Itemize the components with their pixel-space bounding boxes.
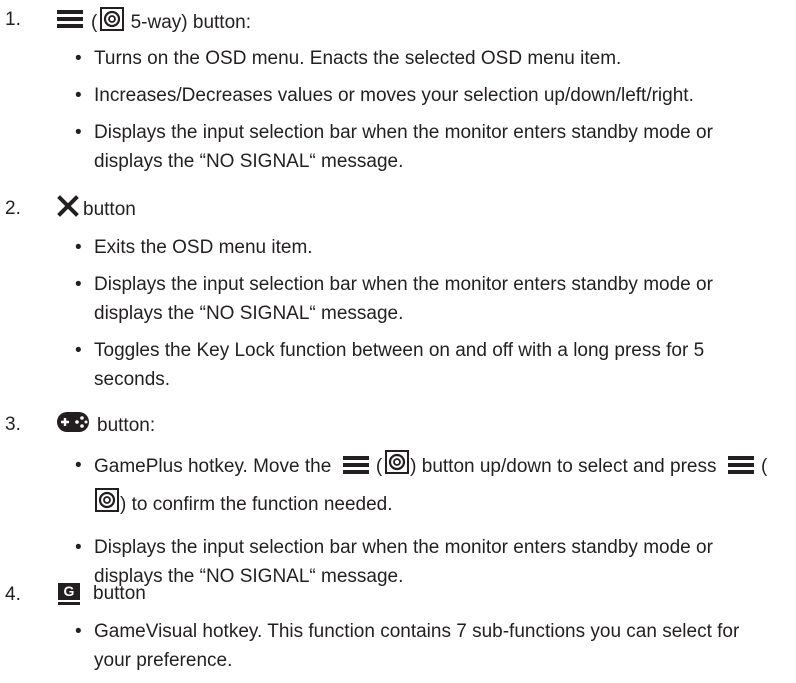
item-1-number: 1. <box>5 9 21 30</box>
gamepad-icon <box>57 411 89 441</box>
item-4-heading-text: button <box>93 583 146 604</box>
item-1: 1. ( 5-way) button: Turns on the OSD men… <box>0 0 796 184</box>
five-way-joystick-icon <box>384 449 410 487</box>
menu-lines-icon <box>57 9 83 37</box>
item-4-bullet-1: GameVisual hotkey. This function contain… <box>0 617 780 675</box>
item-3-bullet-1-text-a: GamePlus hotkey. Move the <box>94 456 332 477</box>
item-3-heading-text: button: <box>97 415 156 436</box>
item-3-number: 3. <box>5 414 21 435</box>
manual-page: 1. ( 5-way) button: Turns on the OSD men… <box>0 0 796 671</box>
five-way-joystick-icon <box>94 487 120 525</box>
item-1-bullet-2: Increases/Decreases values or moves your… <box>0 81 780 110</box>
item-1-heading-text: 5-way) button: <box>125 12 251 33</box>
item-2-bullet-1: Exits the OSD menu item. <box>0 233 780 262</box>
close-x-icon <box>57 195 79 225</box>
item-4-number: 4. <box>5 584 21 605</box>
item-1-bullet-3: Displays the input selection bar when th… <box>0 118 780 176</box>
item-2-heading-text: button <box>83 199 136 220</box>
item-2: 2. button Exits the OSD menu item. Displ… <box>0 189 796 402</box>
item-4: 4. G button GameVisual hotkey. This func… <box>0 575 796 683</box>
item-3-heading: 3. button: <box>0 405 796 439</box>
item-1-heading: 1. ( 5-way) button: <box>0 0 796 34</box>
item-3: 3. button: GamePlus hotkey. Move the ( )… <box>0 405 796 599</box>
item-2-number: 2. <box>5 198 21 219</box>
item-3-bullet-1-text-b: ) button up/down to select and press <box>410 456 717 477</box>
item-2-bullet-3: Toggles the Key Lock function between on… <box>0 336 780 394</box>
menu-lines-icon <box>727 453 754 487</box>
gamevisual-g-icon: G <box>57 583 81 605</box>
item-2-bullet-2: Displays the input selection bar when th… <box>0 270 780 328</box>
gamevisual-g-letter: G <box>63 583 75 599</box>
menu-lines-icon <box>342 453 369 487</box>
item-1-open-paren: ( <box>91 12 98 33</box>
item-1-bullet-1: Turns on the OSD menu. Enacts the select… <box>0 44 780 73</box>
five-way-joystick-icon <box>99 6 125 40</box>
item-3-bullet-1-text-c: ) to confirm the function needed. <box>120 494 393 515</box>
item-2-heading: 2. button <box>0 189 796 223</box>
item-4-heading: 4. G button <box>0 575 796 609</box>
item-3-bullet-1: GamePlus hotkey. Move the ( ) button up/… <box>0 449 780 525</box>
